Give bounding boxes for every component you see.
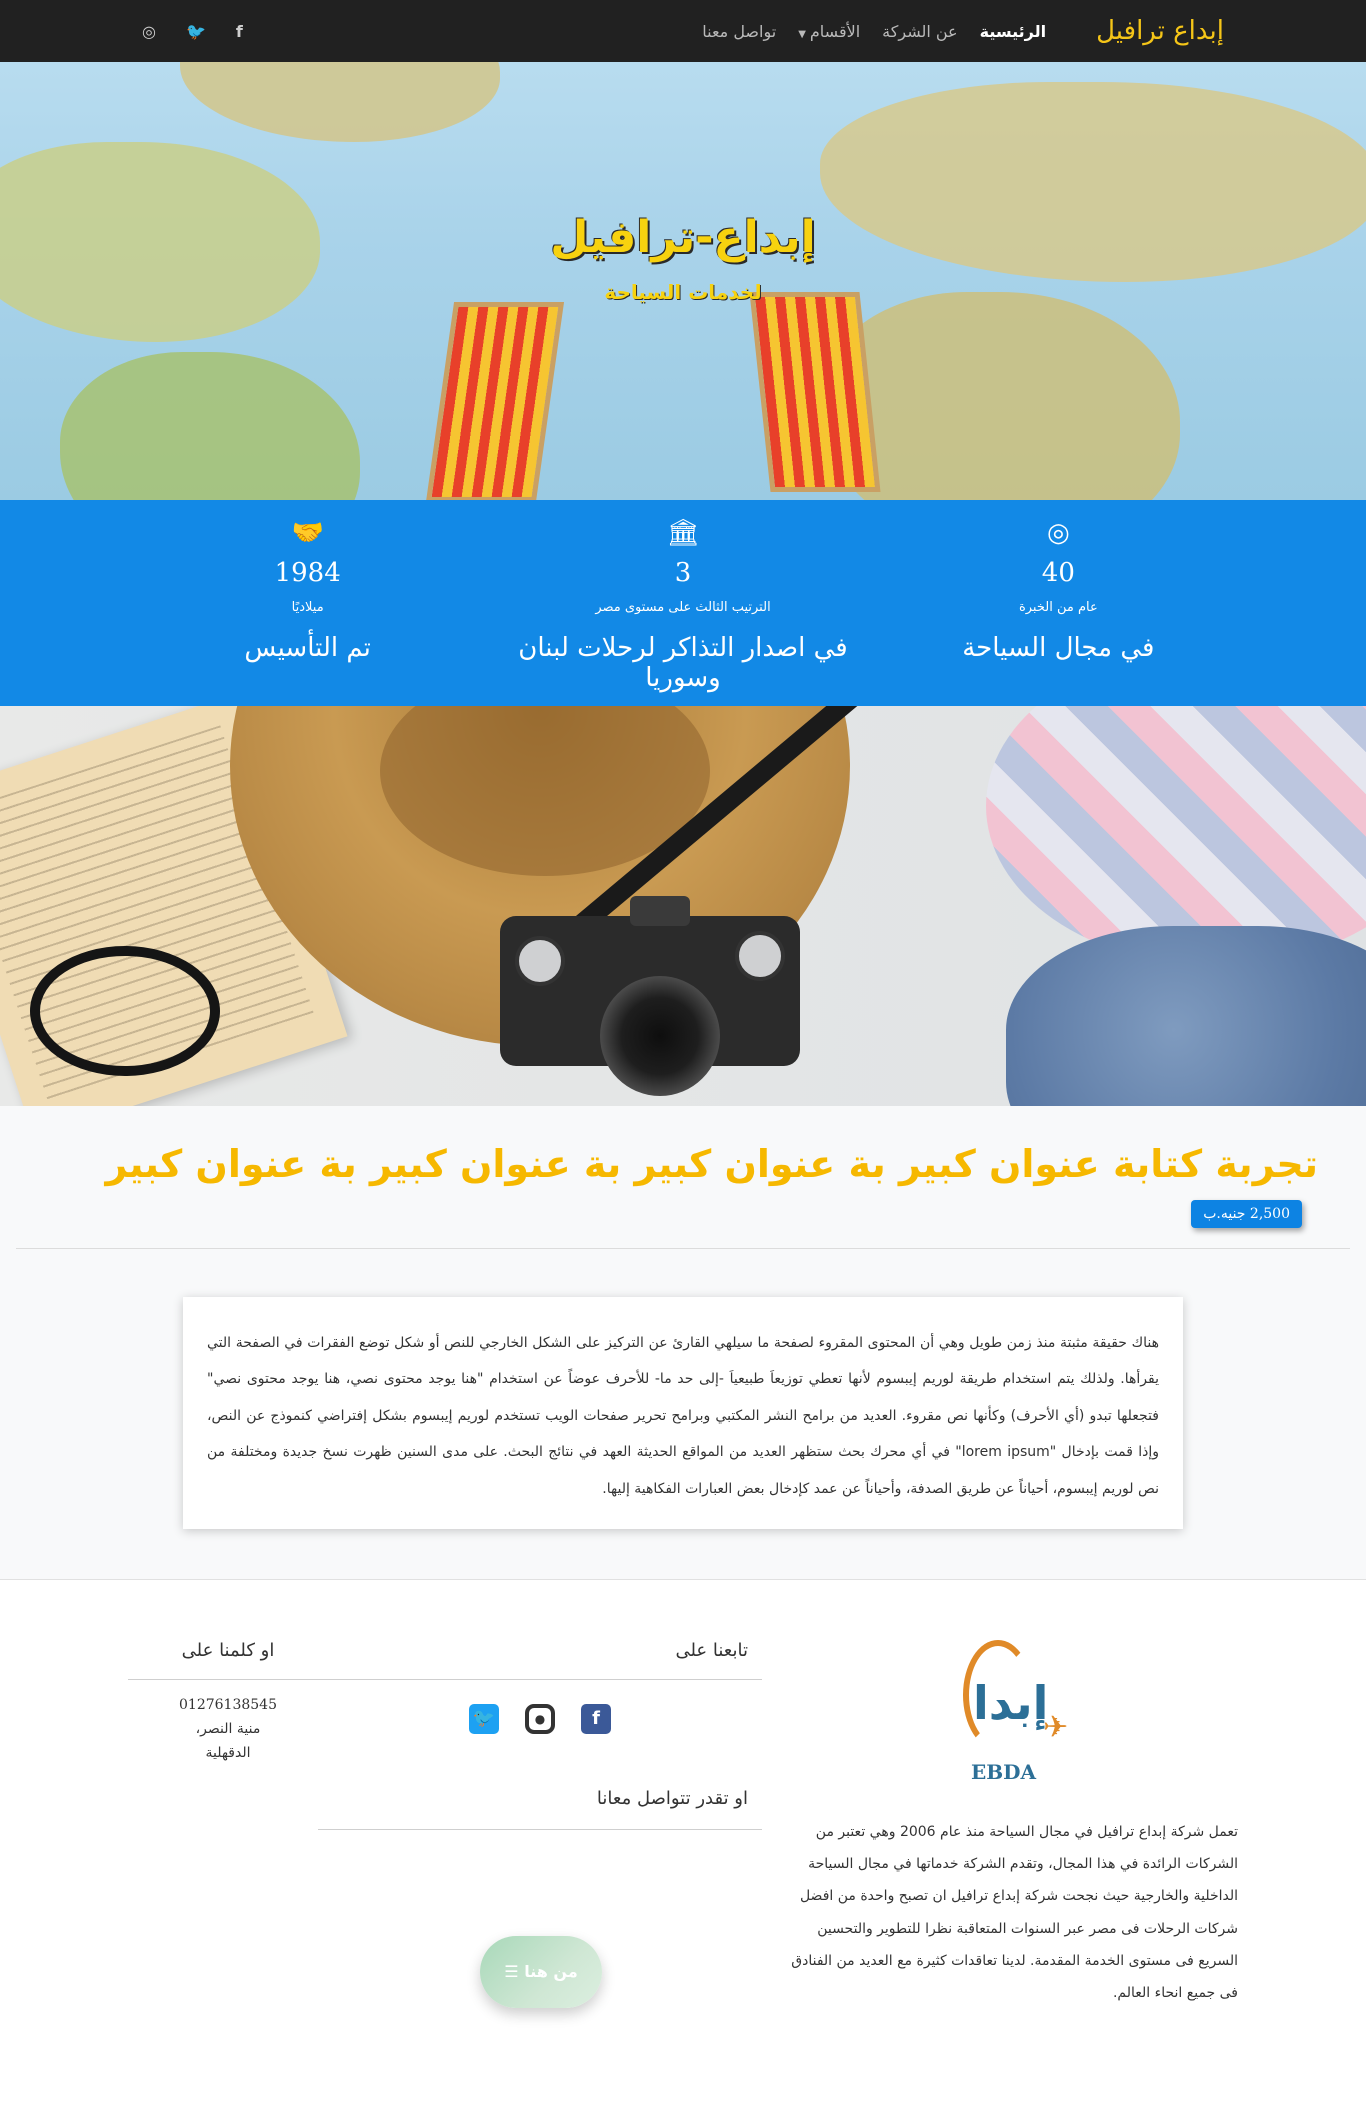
nav-sections-dropdown[interactable]: الأقسام▼	[798, 22, 860, 41]
stat-headline: في مجال السياحة	[962, 633, 1155, 663]
bank-icon: 🏛	[666, 518, 700, 548]
logo-wordmark: EBDA	[971, 1759, 1037, 1784]
hero-title: إبداع-ترافيل	[550, 212, 816, 263]
airplane-icon: ✈	[1043, 1709, 1069, 1745]
stat-number: 3	[674, 558, 692, 588]
call-title: او كلمنا على	[128, 1640, 328, 1680]
camera-dial	[515, 936, 565, 986]
twitter-icon[interactable]: 🐦	[469, 1703, 499, 1734]
stat-caption: الترتيب الثالث على مستوى مصر	[595, 600, 771, 615]
camera-top	[630, 896, 690, 926]
contact-title: او تقدر تتواصل معانا	[318, 1758, 762, 1830]
nav-links: الرئيسية عن الشركة الأقسام▼ تواصل معنا	[702, 22, 1046, 41]
logo-calligraphy: إبدا	[973, 1675, 1049, 1730]
hero-banner: إبداع-ترافيل لخدمات السياحة	[0, 62, 1366, 500]
top-social-links: f 🐦 ◎	[142, 22, 243, 41]
stat-headline: في اصدار التذاكر لرحلات لبنان وسوريا	[518, 633, 848, 693]
address-line: الدقهلية	[205, 1744, 251, 1761]
stat-ranking: 🏛 3 الترتيب الثالث على مستوى مصر في اصدا…	[495, 500, 870, 706]
travel-photo	[0, 706, 1366, 1106]
footer-social-icons: f ● 🐦	[318, 1680, 762, 1758]
hero-subtitle: لخدمات السياحة	[604, 280, 762, 304]
target-icon: ◎	[1046, 518, 1070, 548]
glasses-image	[30, 946, 220, 1076]
stat-number: 40	[1041, 558, 1075, 588]
facebook-icon[interactable]: f	[236, 22, 243, 41]
stat-experience: ◎ 40 عام من الخبرة في مجال السياحة	[871, 500, 1246, 706]
handshake-icon: 🤝	[291, 518, 324, 548]
jeans-image	[1006, 926, 1366, 1106]
company-logo: إبدا ✈ EBDA	[943, 1639, 1083, 1790]
footer-follow-column: تابعنا على f ● 🐦 او تقدر تتواصل معانا من…	[318, 1640, 762, 2008]
article-body-wrapper: هناك حقيقة مثبتة منذ زمن طويل وهي أن الم…	[0, 1249, 1366, 1579]
map-continent	[60, 352, 360, 500]
contact-here-button[interactable]: من هنا ☰	[480, 1935, 602, 2008]
article-header: تجربة كتابة عنوان كبير بة عنوان كبير بة …	[16, 1106, 1350, 1249]
phone-number[interactable]: 01276138545	[128, 1694, 328, 1718]
beach-chair-image	[749, 292, 881, 492]
nav-sections-label: الأقسام	[809, 21, 861, 41]
footer-call-column: او كلمنا على 01276138545 منية النصر، الد…	[128, 1640, 328, 1765]
instagram-icon[interactable]: ◎	[142, 22, 156, 41]
brand-logo-link[interactable]: إبداع ترافيل	[1096, 16, 1224, 46]
about-text: تعمل شركة إبداع ترافيل في مجال السياحة م…	[791, 1823, 1238, 2001]
price-row: 2,500 جنيه.ب	[32, 1200, 1318, 1228]
stat-founded: 🤝 1984 ميلاديًا تم التأسيس	[120, 500, 495, 706]
footer: إبدا ✈ EBDA تعمل شركة إبداع ترافيل في مج…	[0, 1578, 1366, 2079]
price-badge: 2,500 جنيه.ب	[1191, 1200, 1302, 1228]
footer-about-column: إبدا ✈ EBDA تعمل شركة إبداع ترافيل في مج…	[788, 1639, 1238, 2009]
nav-home-link[interactable]: الرئيسية	[980, 22, 1047, 41]
follow-title: تابعنا على	[318, 1640, 762, 1680]
facebook-icon[interactable]: f	[581, 1703, 611, 1734]
nav-contact-link[interactable]: تواصل معنا	[702, 22, 776, 41]
map-continent	[180, 62, 500, 142]
stat-caption: عام من الخبرة	[1018, 600, 1098, 615]
beach-chair-image	[425, 302, 565, 500]
stat-headline: تم التأسيس	[244, 633, 371, 663]
instagram-icon[interactable]: ●	[525, 1703, 555, 1734]
stat-number: 1984	[274, 558, 341, 588]
camera-lens	[600, 976, 720, 1096]
stats-bar: ◎ 40 عام من الخبرة في مجال السياحة 🏛 3 ا…	[0, 500, 1366, 706]
article-body: هناك حقيقة مثبتة منذ زمن طويل وهي أن الم…	[183, 1297, 1183, 1529]
stat-caption: ميلاديًا	[291, 600, 324, 615]
address-line: منية النصر،	[195, 1720, 261, 1737]
nav-about-link[interactable]: عن الشركة	[882, 22, 957, 41]
twitter-icon[interactable]: 🐦	[186, 22, 206, 41]
article-title: تجربة كتابة عنوان كبير بة عنوان كبير بة …	[105, 1142, 1318, 1186]
top-navbar: إبداع ترافيل الرئيسية عن الشركة الأقسام▼…	[0, 0, 1366, 62]
call-info: 01276138545 منية النصر، الدقهلية	[128, 1694, 328, 1765]
camera-dial	[735, 931, 785, 981]
chevron-down-icon: ▼	[798, 28, 806, 40]
article-section: تجربة كتابة عنوان كبير بة عنوان كبير بة …	[0, 1106, 1366, 1579]
